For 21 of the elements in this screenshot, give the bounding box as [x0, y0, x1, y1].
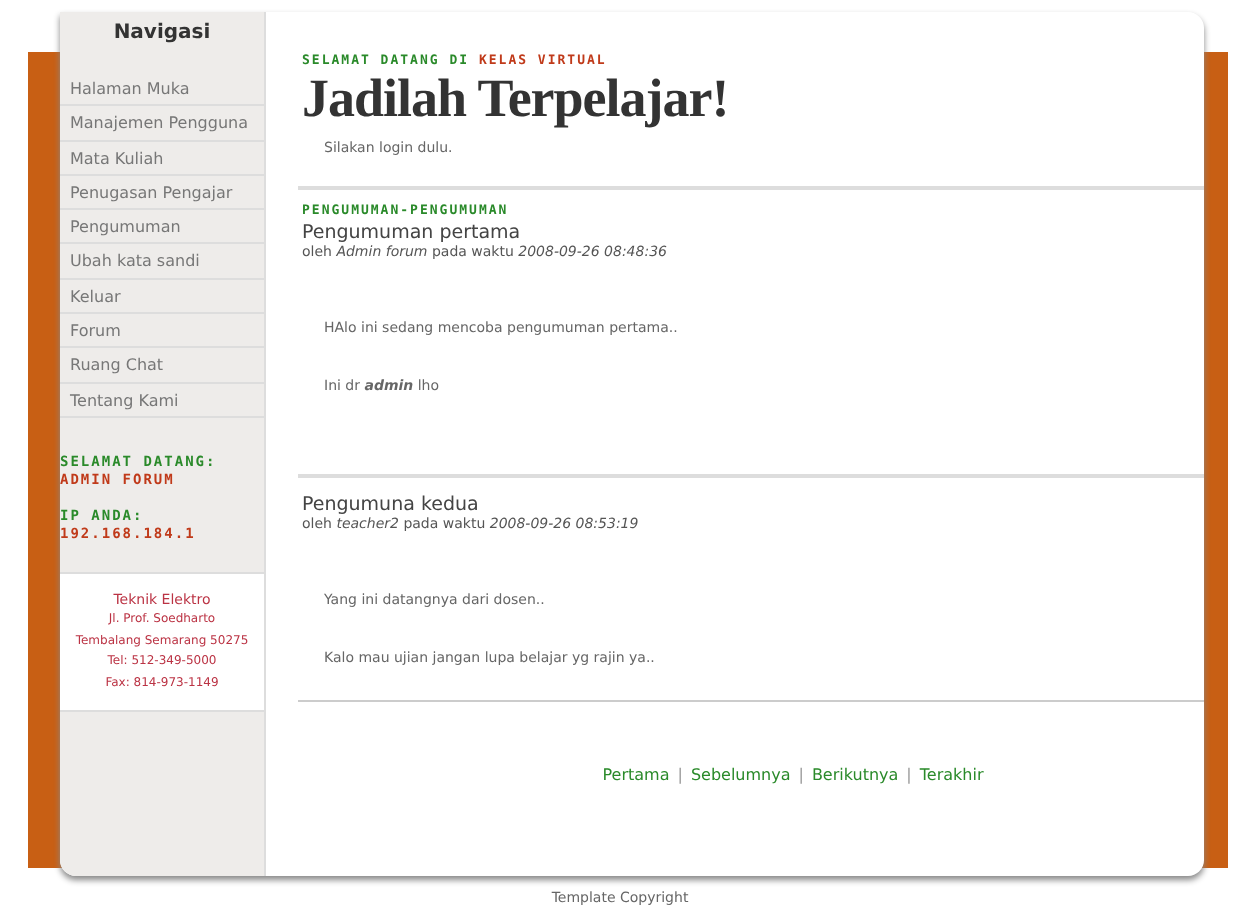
- post-title: Pengumuman pertama: [302, 222, 521, 244]
- pagination-link[interactable]: Sebelumnya: [690, 766, 791, 784]
- pagination-link[interactable]: Berikutnya: [811, 766, 899, 784]
- pagination-link[interactable]: Terakhir: [919, 766, 984, 784]
- sidebar-title: Navigasi: [111, 20, 213, 48]
- pagination-link[interactable]: Pertama: [602, 766, 670, 784]
- nav-link[interactable]: Ruang Chat: [60, 348, 264, 384]
- page-title: Jadilah Terpelajar!: [302, 68, 731, 128]
- nav-link[interactable]: Mata Kuliah: [60, 141, 264, 176]
- nav-link[interactable]: Halaman Muka: [60, 72, 264, 107]
- nav-link[interactable]: Tentang Kami: [60, 383, 264, 418]
- nav-link[interactable]: Pengumuman: [60, 210, 264, 245]
- nav-link[interactable]: Penugasan Pengajar: [60, 175, 264, 211]
- post-title: Pengumuna kedua: [302, 494, 479, 516]
- nav-link[interactable]: Manajemen Pengguna: [60, 106, 264, 142]
- nav-link[interactable]: Ubah kata sandi: [60, 244, 264, 280]
- nav-link[interactable]: Forum: [60, 314, 264, 349]
- separator: |: [798, 766, 804, 784]
- separator: |: [906, 766, 912, 784]
- separator: |: [677, 766, 683, 784]
- nav-link[interactable]: Keluar: [60, 279, 264, 315]
